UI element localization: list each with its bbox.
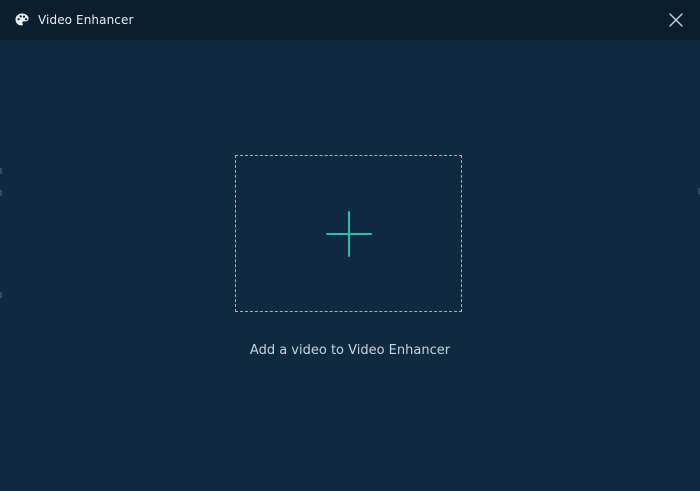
- left-edge-marker: [0, 168, 2, 174]
- plus-icon: [325, 210, 372, 257]
- close-button[interactable]: [668, 12, 684, 28]
- add-video-dropzone[interactable]: [235, 155, 462, 312]
- left-edge-marker: [0, 190, 2, 196]
- title-bar: Video Enhancer: [0, 0, 700, 40]
- window-title: Video Enhancer: [38, 13, 134, 27]
- video-enhancer-window: Video Enhancer Add a video to Video Enha…: [0, 0, 700, 491]
- close-icon: [669, 13, 683, 27]
- add-video-hint: Add a video to Video Enhancer: [249, 343, 451, 358]
- palette-icon: [14, 12, 30, 28]
- left-edge-marker: [0, 292, 2, 298]
- content-area: Add a video to Video Enhancer: [0, 40, 700, 491]
